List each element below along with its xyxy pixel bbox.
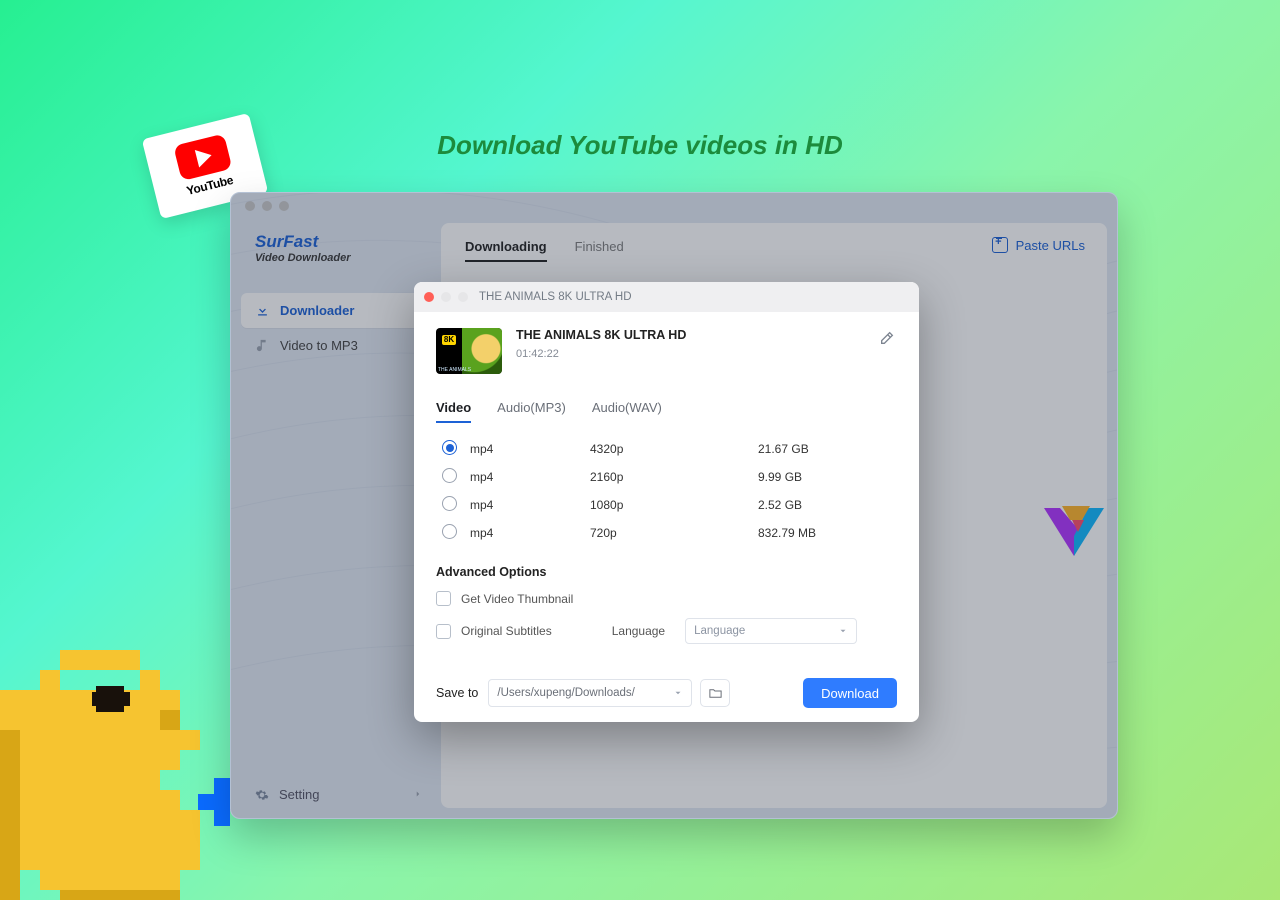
save-path-value: /Users/xupeng/Downloads/ — [497, 687, 634, 699]
format-radio[interactable] — [442, 524, 457, 539]
save-path-select[interactable]: /Users/xupeng/Downloads/ — [488, 679, 692, 707]
format-row[interactable]: mp4 4320p 21.67 GB — [436, 435, 897, 463]
checkbox-subtitles[interactable] — [436, 624, 451, 639]
language-select-value: Language — [694, 625, 745, 637]
format-container: mp4 — [470, 470, 590, 484]
edit-title-icon[interactable] — [879, 330, 895, 346]
format-row[interactable]: mp4 2160p 9.99 GB — [436, 463, 897, 491]
download-button[interactable]: Download — [803, 678, 897, 708]
format-radio[interactable] — [442, 496, 457, 511]
browse-folder-button[interactable] — [700, 679, 730, 707]
option-thumbnail-label: Get Video Thumbnail — [461, 592, 573, 606]
dialog-close-dot[interactable] — [424, 292, 434, 302]
chevron-down-icon — [673, 688, 683, 698]
dialog-title: THE ANIMALS 8K ULTRA HD — [479, 291, 632, 303]
format-resolution: 720p — [590, 526, 758, 540]
format-tabs: Video Audio(MP3) Audio(WAV) — [436, 400, 897, 423]
format-radio[interactable] — [442, 440, 457, 455]
dialog-min-dot[interactable] — [441, 292, 451, 302]
dialog-titlebar: THE ANIMALS 8K ULTRA HD — [414, 282, 919, 312]
format-size: 2.52 GB — [758, 498, 878, 512]
video-duration: 01:42:22 — [516, 348, 686, 360]
format-tab-audio-mp3[interactable]: Audio(MP3) — [497, 400, 566, 423]
format-container: mp4 — [470, 442, 590, 456]
format-size: 9.99 GB — [758, 470, 878, 484]
format-row[interactable]: mp4 1080p 2.52 GB — [436, 491, 897, 519]
format-tab-video[interactable]: Video — [436, 400, 471, 423]
video-title: THE ANIMALS 8K ULTRA HD — [516, 328, 686, 342]
format-resolution: 1080p — [590, 498, 758, 512]
folder-icon — [708, 686, 723, 701]
format-resolution: 4320p — [590, 442, 758, 456]
option-subtitles-label: Original Subtitles — [461, 624, 552, 638]
checkbox-thumbnail[interactable] — [436, 591, 451, 606]
format-list: mp4 4320p 21.67 GB mp4 2160p 9.99 GB mp4… — [436, 435, 897, 547]
dialog-max-dot[interactable] — [458, 292, 468, 302]
save-to-label: Save to — [436, 686, 478, 700]
format-size: 832.79 MB — [758, 526, 878, 540]
format-size: 21.67 GB — [758, 442, 878, 456]
language-select[interactable]: Language — [685, 618, 857, 644]
video-info-row: 8K THE ANIMALS THE ANIMALS 8K ULTRA HD 0… — [436, 328, 897, 374]
advanced-options-header: Advanced Options — [436, 565, 897, 579]
chevron-down-icon — [838, 626, 848, 636]
format-container: mp4 — [470, 498, 590, 512]
format-tab-audio-wav[interactable]: Audio(WAV) — [592, 400, 662, 423]
language-field-label: Language — [612, 624, 665, 638]
format-row[interactable]: mp4 720p 832.79 MB — [436, 519, 897, 547]
download-dialog: THE ANIMALS 8K ULTRA HD 8K THE ANIMALS T… — [414, 282, 919, 722]
video-thumbnail: 8K THE ANIMALS — [436, 328, 502, 374]
format-container: mp4 — [470, 526, 590, 540]
format-resolution: 2160p — [590, 470, 758, 484]
format-radio[interactable] — [442, 468, 457, 483]
